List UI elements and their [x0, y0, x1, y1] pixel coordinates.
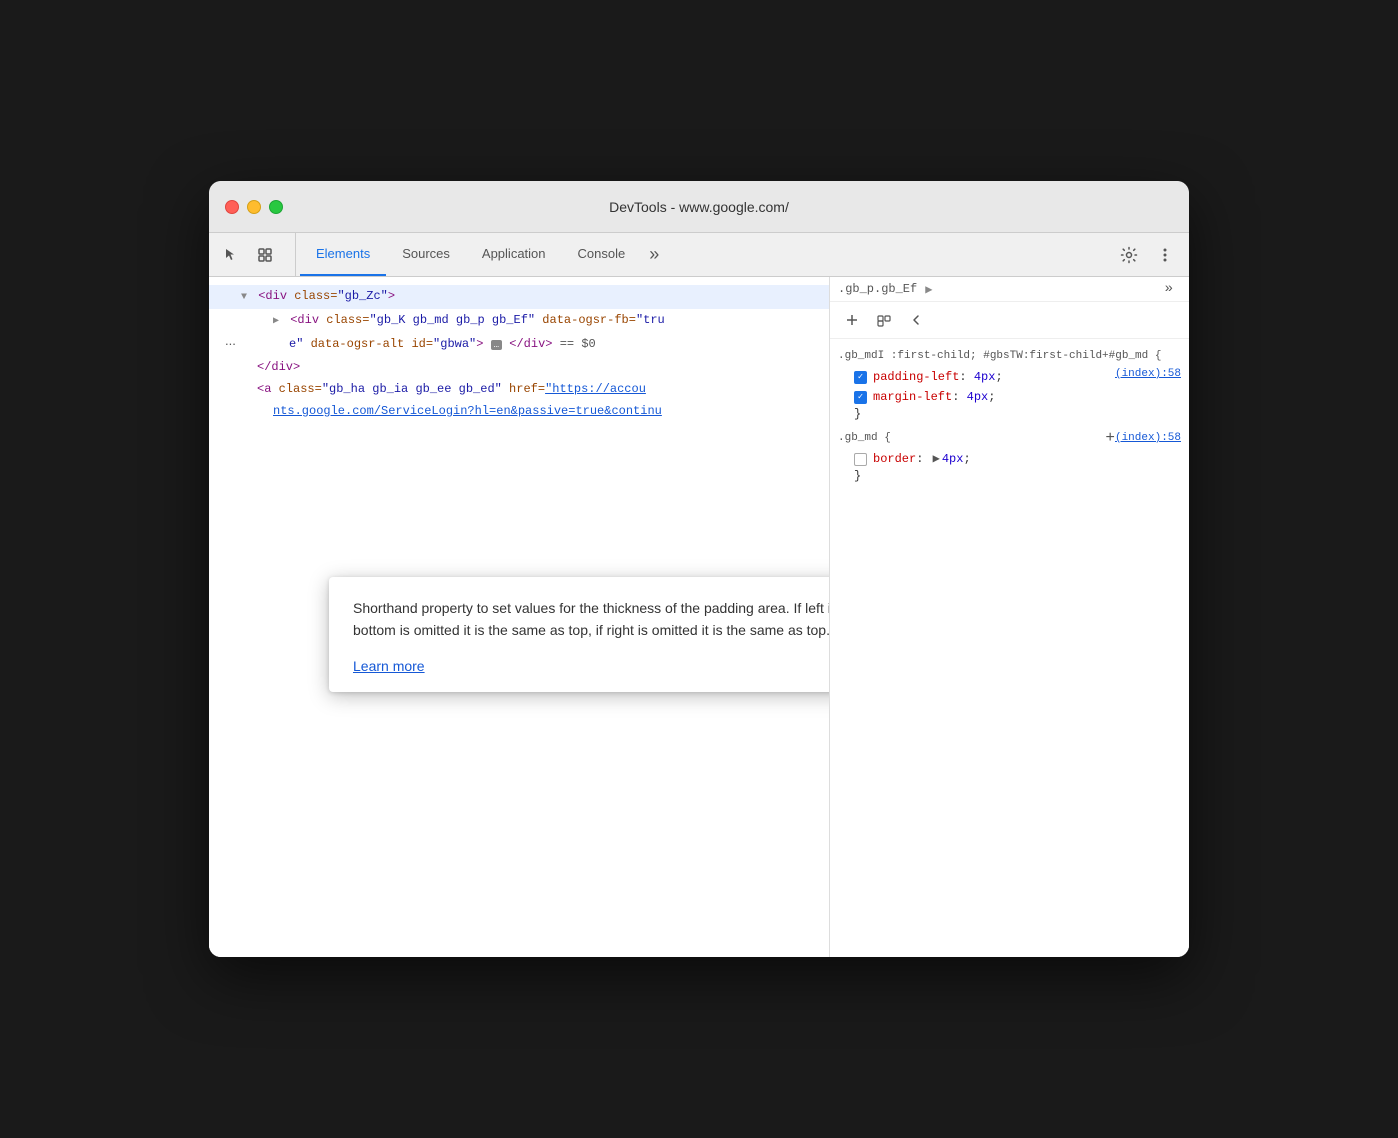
tab-application[interactable]: Application	[466, 233, 562, 276]
minimize-button[interactable]	[247, 200, 261, 214]
style-rule-selector: .gb_mdI :first-child; #gbsTW:first-child…	[838, 347, 1181, 365]
selector-arrow: ▶	[925, 282, 932, 297]
styles-header: .gb_p.gb_Ef ▶ »	[830, 277, 1189, 302]
style-rule-close: }	[838, 407, 1181, 421]
tooltip-footer: Learn more Don't show	[353, 658, 829, 674]
maximize-button[interactable]	[269, 200, 283, 214]
inspect-icon[interactable]	[251, 241, 279, 269]
more-options-icon[interactable]	[1149, 239, 1181, 271]
style-rule-close: }	[838, 469, 1181, 483]
style-property-line: margin-left: 4px;	[838, 387, 1181, 407]
sidebar-dots: ...	[225, 333, 236, 348]
style-rule-selector: .gb_md { (index):58 +	[838, 429, 1181, 447]
selector-display: .gb_p.gb_Ef	[838, 282, 917, 296]
styles-actions	[830, 302, 1189, 339]
toggle-style-button[interactable]	[870, 306, 898, 334]
add-property-button[interactable]: +	[1105, 429, 1115, 447]
tab-icon-group	[217, 233, 296, 276]
tab-list: Elements Sources Application Console »	[300, 233, 1113, 276]
styles-more-button[interactable]: »	[1157, 281, 1181, 297]
learn-more-link[interactable]: Learn more	[353, 658, 425, 674]
tab-elements[interactable]: Elements	[300, 233, 386, 276]
devtools-window: DevTools - www.google.com/ Elements	[209, 181, 1189, 957]
styles-content: .gb_mdI :first-child; #gbsTW:first-child…	[830, 339, 1189, 957]
dom-line[interactable]: ▶ <div class="gb_K gb_md gb_p gb_Ef" dat…	[209, 309, 829, 333]
tooltip-text: Shorthand property to set values for the…	[353, 597, 829, 642]
window-title: DevTools - www.google.com/	[609, 199, 789, 215]
close-button[interactable]	[225, 200, 239, 214]
dom-line[interactable]: </div>	[209, 356, 829, 378]
style-source-link[interactable]: (index):58	[1115, 365, 1181, 383]
style-property-line: padding-left: 4px;	[838, 367, 1115, 387]
dom-line[interactable]: e" data-ogsr-alt id="gbwa"> … </div> == …	[209, 333, 829, 356]
dom-line[interactable]: ▼ <div class="gb_Zc">	[209, 285, 829, 309]
add-style-button[interactable]	[838, 306, 866, 334]
back-button[interactable]	[902, 306, 930, 334]
tooltip-popup: Shorthand property to set values for the…	[329, 577, 829, 692]
property-checkbox[interactable]	[854, 391, 867, 404]
property-checkbox[interactable]	[854, 371, 867, 384]
cursor-icon[interactable]	[217, 241, 245, 269]
collapsed-content[interactable]: …	[491, 340, 502, 350]
collapse-arrow[interactable]: ▼	[241, 292, 247, 303]
property-checkbox-unchecked[interactable]	[854, 453, 867, 466]
tab-actions	[1113, 233, 1181, 276]
style-source-link[interactable]: (index):58	[1115, 429, 1181, 447]
more-tabs-button[interactable]: »	[641, 233, 667, 276]
devtools-body: ... ▼ <div class="gb_Zc"> ▶ <div class="…	[209, 277, 1189, 957]
titlebar: DevTools - www.google.com/	[209, 181, 1189, 233]
traffic-lights	[225, 200, 283, 214]
style-rule: .gb_mdI :first-child; #gbsTW:first-child…	[838, 347, 1181, 421]
styles-panel: .gb_p.gb_Ef ▶ »	[829, 277, 1189, 957]
dom-panel: ... ▼ <div class="gb_Zc"> ▶ <div class="…	[209, 277, 829, 957]
expand-arrow[interactable]: ▶	[273, 316, 279, 327]
dom-line[interactable]: nts.google.com/ServiceLogin?hl=en&passiv…	[209, 400, 829, 422]
settings-icon[interactable]	[1113, 239, 1145, 271]
tab-console[interactable]: Console	[562, 233, 642, 276]
tab-sources[interactable]: Sources	[386, 233, 466, 276]
expand-value-arrow[interactable]: ▶	[933, 449, 940, 469]
style-rule: .gb_md { (index):58 + border: ▶ 4px; }	[838, 429, 1181, 483]
style-property-line: border: ▶ 4px;	[838, 449, 1181, 469]
tabbar: Elements Sources Application Console »	[209, 233, 1189, 277]
dom-line[interactable]: <a class="gb_ha gb_ia gb_ee gb_ed" href=…	[209, 378, 829, 400]
